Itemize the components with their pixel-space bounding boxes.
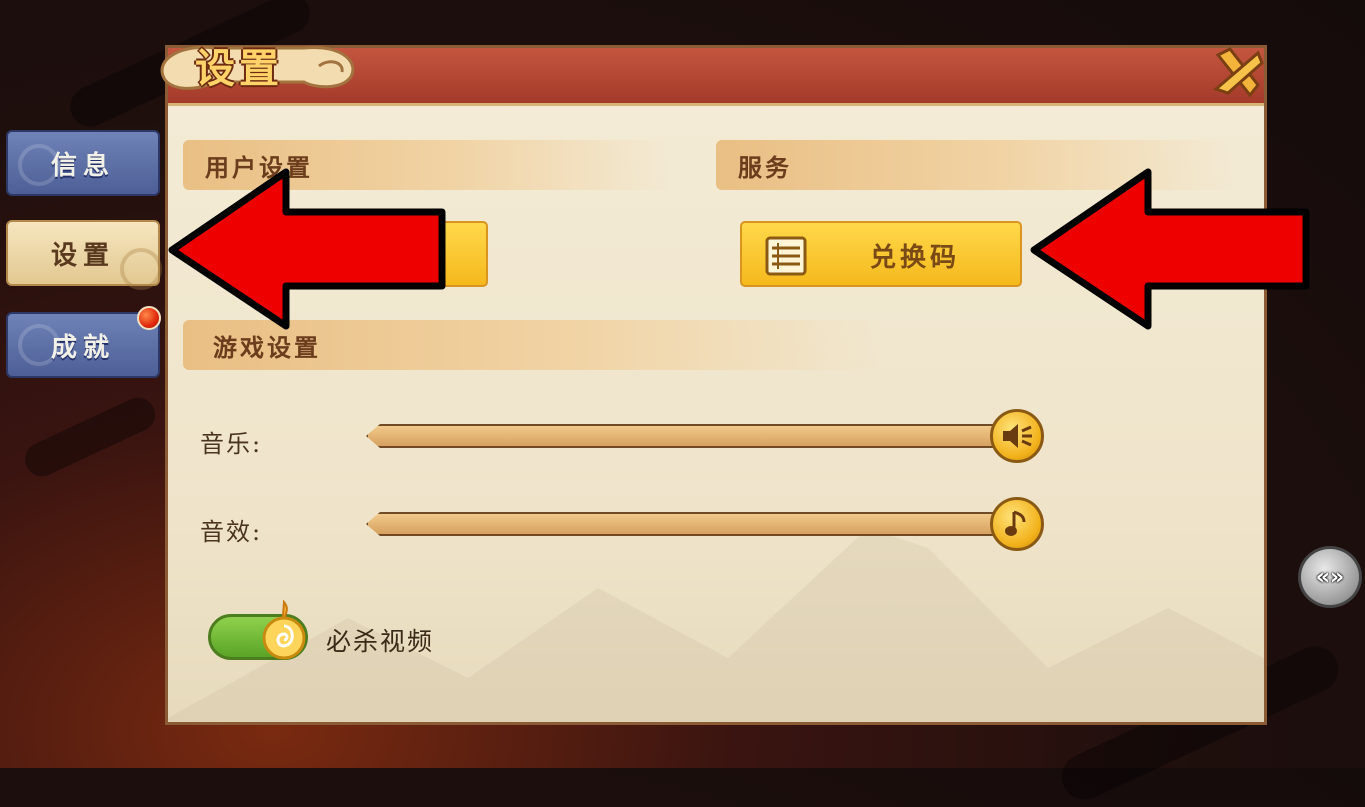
sidebar-item-label: 信息	[50, 150, 115, 181]
bg-streak	[19, 392, 161, 482]
flame-icon[interactable]	[258, 600, 310, 660]
music-slider[interactable]	[366, 424, 1006, 448]
swirl-icon	[18, 324, 60, 366]
list-icon	[765, 236, 807, 276]
sfx-slider[interactable]	[366, 512, 1006, 536]
side-handle-label: «»	[1315, 564, 1345, 590]
dialog-title: 设置	[195, 45, 283, 92]
sfx-slider-handle[interactable]	[990, 497, 1044, 551]
sidebar-item-settings[interactable]: 设置	[6, 220, 162, 290]
sidebar-item-info[interactable]: 信息	[6, 130, 160, 196]
sfx-label: 音效:	[200, 518, 263, 546]
redeem-code-label: 兑换码	[870, 243, 961, 273]
section-title: 游戏设置	[213, 332, 321, 362]
annotation-arrow-left	[168, 168, 446, 330]
sidebar-item-label: 成就	[50, 332, 115, 363]
swirl-icon	[120, 248, 162, 290]
sidebar-item-label: 设置	[50, 240, 115, 271]
ult-video-label: 必杀视频	[326, 627, 435, 656]
notification-badge	[137, 306, 161, 330]
redeem-code-button[interactable]: 兑换码	[740, 221, 1022, 287]
annotation-arrow-right	[1030, 168, 1310, 330]
speaker-icon	[1003, 424, 1032, 448]
close-icon[interactable]	[1210, 45, 1266, 99]
music-slider-handle[interactable]	[990, 409, 1044, 463]
music-note-icon	[1005, 510, 1026, 536]
swirl-icon	[18, 144, 60, 186]
section-title: 服务	[738, 152, 792, 182]
side-expand-handle[interactable]: «»	[1298, 546, 1362, 608]
music-label: 音乐:	[200, 430, 263, 458]
mountain-decoration	[168, 528, 1264, 722]
